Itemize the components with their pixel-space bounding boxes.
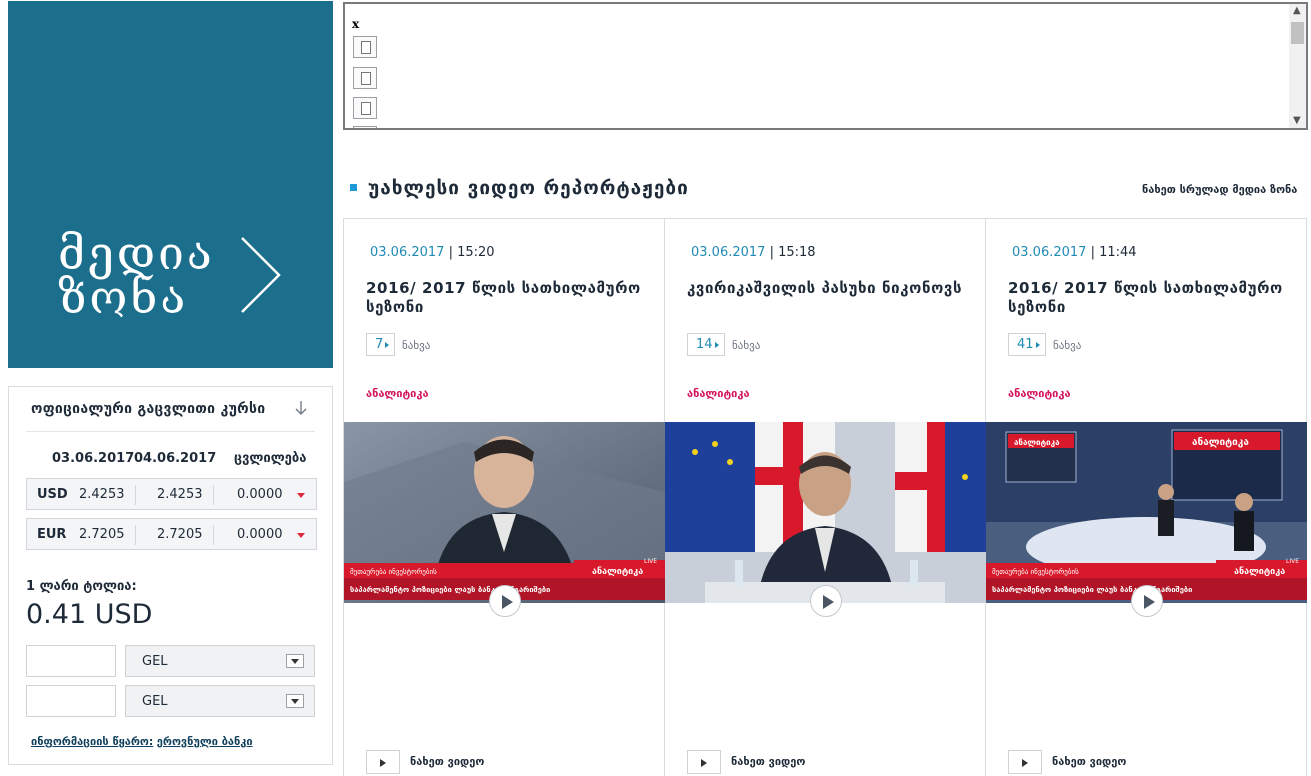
play-icon bbox=[380, 759, 386, 767]
one-lari-value: 0.41 USD bbox=[26, 599, 153, 630]
svg-text:ანალიტიკა: ანალიტიკა bbox=[1014, 438, 1060, 447]
currency-code: EUR bbox=[37, 527, 67, 542]
svg-text:საპარლამენტო პოზიციები ლაუს ბა: საპარლამენტო პოზიციები ლაუს ბანკის ანგარ… bbox=[992, 585, 1192, 594]
watch-video-link[interactable]: ნახეთ ვიდეო bbox=[410, 755, 484, 768]
scrollbar-thumb[interactable] bbox=[1291, 22, 1304, 44]
broken-image-icon bbox=[353, 126, 377, 128]
broken-image-icon bbox=[353, 36, 377, 58]
rate-row-usd: USD 2.4253 2.4253 0.0000 bbox=[26, 478, 317, 510]
section-bullet bbox=[350, 184, 357, 191]
svg-text:საპარლამენტო პოზიციები ლაუს ბა: საპარლამენტო პოზიციები ლაუს ბანკის ანგარ… bbox=[350, 585, 550, 594]
rate-value: 2.4253 bbox=[79, 487, 125, 502]
converter-to-input[interactable] bbox=[26, 685, 116, 717]
video-card: 03.06.2017 | 11:44 2016/ 2017 წლის სათხი… bbox=[986, 219, 1307, 776]
rate-value: 2.7205 bbox=[157, 527, 203, 542]
svg-text:LIVE: LIVE bbox=[644, 558, 657, 565]
views-label: ნახვა bbox=[402, 339, 431, 352]
one-lari-label: 1 ლარი ტოლია: bbox=[26, 579, 137, 594]
video-card: 03.06.2017 | 15:18 კვირიკაშვილის პასუხი … bbox=[665, 219, 986, 776]
video-cards: 03.06.2017 | 15:20 2016/ 2017 წლის სათხი… bbox=[343, 218, 1307, 776]
broken-image-icon bbox=[353, 67, 377, 89]
card-date: 03.06.2017 | 15:18 bbox=[691, 245, 816, 260]
embedded-frame[interactable]: x ▲ ▼ bbox=[343, 2, 1308, 130]
exchange-rates-widget: ოფიციალური გაცვლითი კურსი 03.06.2017 04.… bbox=[8, 386, 333, 765]
svg-text:ანალიტიკა: ანალიტიკა bbox=[1234, 567, 1285, 577]
svg-text:ანალიტიკა: ანალიტიკა bbox=[1192, 436, 1249, 448]
watch-video-button[interactable] bbox=[687, 750, 721, 774]
svg-text:მეთაურება ინვესტორების: მეთაურება ინვესტორების bbox=[992, 567, 1079, 576]
triangle-down-icon bbox=[297, 533, 305, 538]
converter-from-input[interactable] bbox=[26, 645, 116, 677]
views-count[interactable]: 14 bbox=[687, 333, 725, 356]
svg-text:ანალიტიკა: ანალიტიკა bbox=[592, 567, 643, 577]
frame-x-text: x bbox=[352, 17, 360, 31]
view-all-media-link[interactable]: ნახეთ სრულად მედია ზონა bbox=[1142, 183, 1297, 196]
converter-to-select[interactable]: GEL bbox=[125, 685, 315, 717]
svg-text:მეთაურება ინვესტორების: მეთაურება ინვესტორების bbox=[350, 567, 437, 576]
card-title[interactable]: კვირიკაშვილის პასუხი ნიკონოვს bbox=[687, 279, 967, 298]
arrow-down-icon[interactable] bbox=[293, 399, 309, 417]
video-card: 03.06.2017 | 15:20 2016/ 2017 წლის სათხი… bbox=[344, 219, 665, 776]
source-bank-link[interactable]: ეროვნული ბანკი bbox=[157, 735, 253, 748]
source-label-link[interactable]: ინფორმაციის წყარო: bbox=[31, 735, 153, 748]
views-label: ნახვა bbox=[1053, 339, 1082, 352]
rate-value: 2.4253 bbox=[157, 487, 203, 502]
rates-change-header: ცვლილება bbox=[234, 451, 307, 466]
broken-image-icon bbox=[353, 97, 377, 119]
select-value: GEL bbox=[142, 654, 168, 669]
card-title[interactable]: 2016/ 2017 წლის სათხილამურო სეზონი bbox=[1008, 279, 1288, 317]
views-count[interactable]: 7 bbox=[366, 333, 395, 356]
card-category[interactable]: ანალიტიკა bbox=[687, 387, 750, 400]
rates-title: ოფიციალური გაცვლითი კურსი bbox=[31, 401, 266, 417]
views-count[interactable]: 41 bbox=[1008, 333, 1046, 356]
play-icon[interactable] bbox=[810, 585, 842, 617]
section-title: უახლესი ვიდეო რეპორტაჟები bbox=[368, 177, 689, 199]
card-date: 03.06.2017 | 11:44 bbox=[1012, 245, 1137, 260]
card-date: 03.06.2017 | 15:20 bbox=[370, 245, 495, 260]
media-zone-label: მედია ზონა bbox=[58, 226, 215, 324]
frame-scrollbar[interactable]: ▲ ▼ bbox=[1289, 4, 1306, 128]
card-category[interactable]: ანალიტიკა bbox=[366, 387, 429, 400]
chevron-up-icon[interactable]: ▲ bbox=[1293, 5, 1301, 16]
rate-change: 0.0000 bbox=[237, 527, 283, 542]
media-zone-tile[interactable]: მედია ზონა bbox=[8, 1, 333, 368]
select-value: GEL bbox=[142, 694, 168, 709]
svg-text:LIVE: LIVE bbox=[1286, 558, 1299, 565]
play-icon bbox=[701, 759, 707, 767]
views-label: ნახვა bbox=[732, 339, 761, 352]
play-icon[interactable] bbox=[489, 585, 521, 617]
card-title[interactable]: 2016/ 2017 წლის სათხილამურო სეზონი bbox=[366, 279, 646, 317]
watch-video-button[interactable] bbox=[1008, 750, 1042, 774]
play-icon bbox=[1022, 759, 1028, 767]
card-category[interactable]: ანალიტიკა bbox=[1008, 387, 1071, 400]
rate-value: 2.7205 bbox=[79, 527, 125, 542]
watch-video-link[interactable]: ნახეთ ვიდეო bbox=[1052, 755, 1126, 768]
info-source: ინფორმაციის წყარო: ეროვნული ბანკი bbox=[31, 735, 253, 748]
converter-from-select[interactable]: GEL bbox=[125, 645, 315, 677]
video-thumbnail[interactable]: მეთაურება ინვესტორების ანალიტიკა საპარლა… bbox=[344, 422, 665, 603]
video-thumbnail[interactable] bbox=[665, 422, 986, 603]
currency-code: USD bbox=[37, 487, 68, 502]
chevron-down-icon[interactable]: ▼ bbox=[1293, 115, 1301, 126]
watch-video-button[interactable] bbox=[366, 750, 400, 774]
watch-video-link[interactable]: ნახეთ ვიდეო bbox=[731, 755, 805, 768]
divider bbox=[26, 431, 315, 432]
rate-change: 0.0000 bbox=[237, 487, 283, 502]
chevron-down-icon[interactable] bbox=[286, 694, 304, 708]
rates-date-2: 04.06.2017 bbox=[134, 451, 217, 466]
triangle-down-icon bbox=[297, 493, 305, 498]
video-thumbnail[interactable]: ანალიტიკა ანალიტიკა მეთაურება ინვესტორებ… bbox=[986, 422, 1307, 603]
rates-date-1: 03.06.2017 bbox=[52, 451, 135, 466]
rate-row-eur: EUR 2.7205 2.7205 0.0000 bbox=[26, 518, 317, 550]
chevron-down-icon[interactable] bbox=[286, 654, 304, 668]
chevron-right-icon bbox=[241, 237, 281, 313]
play-icon[interactable] bbox=[1131, 585, 1163, 617]
